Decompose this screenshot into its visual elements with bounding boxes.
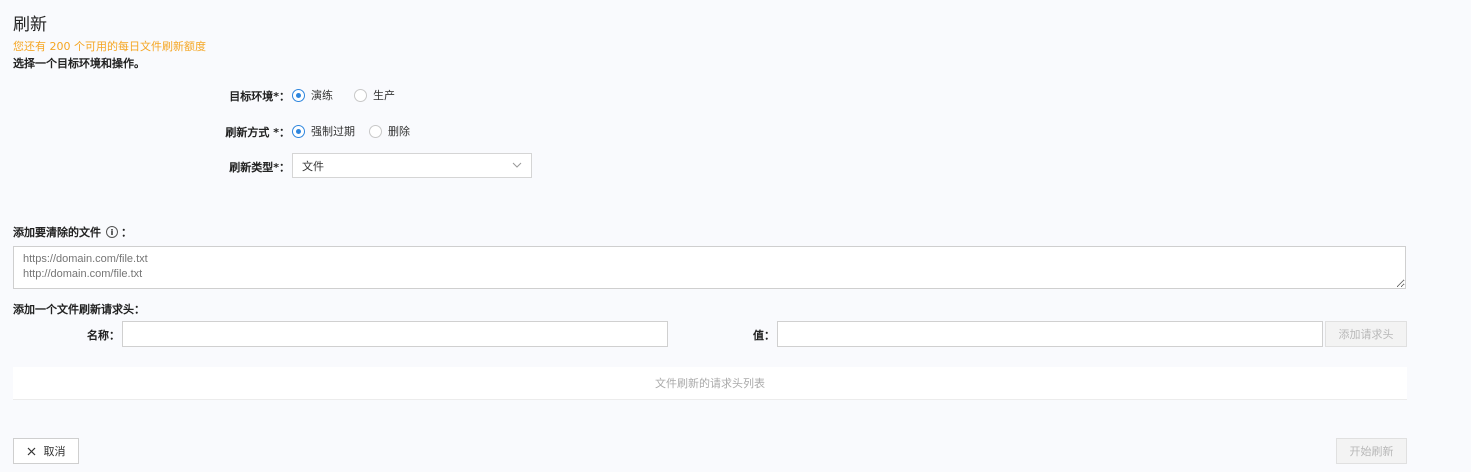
header-value-label: 值： (753, 329, 775, 342)
header-value-input[interactable] (777, 321, 1323, 347)
method-label: 刷新方式 *： (225, 126, 290, 139)
environment-radio-group: 演练 生产 (292, 87, 407, 103)
quota-notice: 您还有 200 个可用的每日文件刷新额度 (13, 40, 206, 53)
files-label-suffix: ： (121, 226, 132, 239)
radio-checked-icon[interactable] (292, 88, 305, 102)
start-refresh-button[interactable]: 开始刷新 (1336, 438, 1407, 464)
environment-option-production[interactable]: 生产 (354, 87, 395, 103)
environment-option-label: 演练 (311, 89, 333, 102)
method-option-label: 强制过期 (311, 125, 355, 138)
method-radio-group: 强制过期 删除 (292, 123, 422, 139)
type-select-value: 文件 (302, 159, 324, 173)
environment-option-label: 生产 (373, 89, 395, 102)
radio-unchecked-icon[interactable] (369, 124, 382, 138)
headers-label: 添加一个文件刷新请求头： (13, 303, 145, 316)
close-icon (27, 447, 35, 455)
header-name-input[interactable] (122, 321, 668, 347)
method-option-invalidate[interactable]: 强制过期 (292, 123, 355, 139)
chevron-down-icon (512, 162, 522, 168)
radio-checked-icon[interactable] (292, 124, 305, 138)
method-option-delete[interactable]: 删除 (369, 123, 410, 139)
environment-label: 目标环境*： (229, 90, 290, 103)
type-label: 刷新类型*： (229, 161, 290, 174)
add-header-button[interactable]: 添加请求头 (1325, 321, 1407, 347)
radio-unchecked-icon[interactable] (354, 88, 367, 102)
page-title: 刷新 (13, 15, 47, 35)
intro-text: 选择一个目标环境和操作。 (13, 57, 145, 70)
header-name-label: 名称： (87, 329, 120, 342)
headers-list-empty: 文件刷新的请求头列表 (13, 367, 1407, 400)
files-textarea[interactable] (13, 246, 1406, 289)
type-select[interactable]: 文件 (292, 153, 532, 178)
headers-list-empty-text: 文件刷新的请求头列表 (655, 377, 765, 390)
method-option-label: 删除 (388, 125, 410, 138)
files-label: 添加要清除的文件 i ： (13, 224, 132, 240)
files-label-text: 添加要清除的文件 (13, 226, 101, 239)
cancel-button[interactable]: 取消 (13, 438, 79, 464)
cancel-button-label: 取消 (43, 445, 66, 458)
environment-option-staging[interactable]: 演练 (292, 87, 333, 103)
info-icon[interactable]: i (106, 226, 118, 238)
